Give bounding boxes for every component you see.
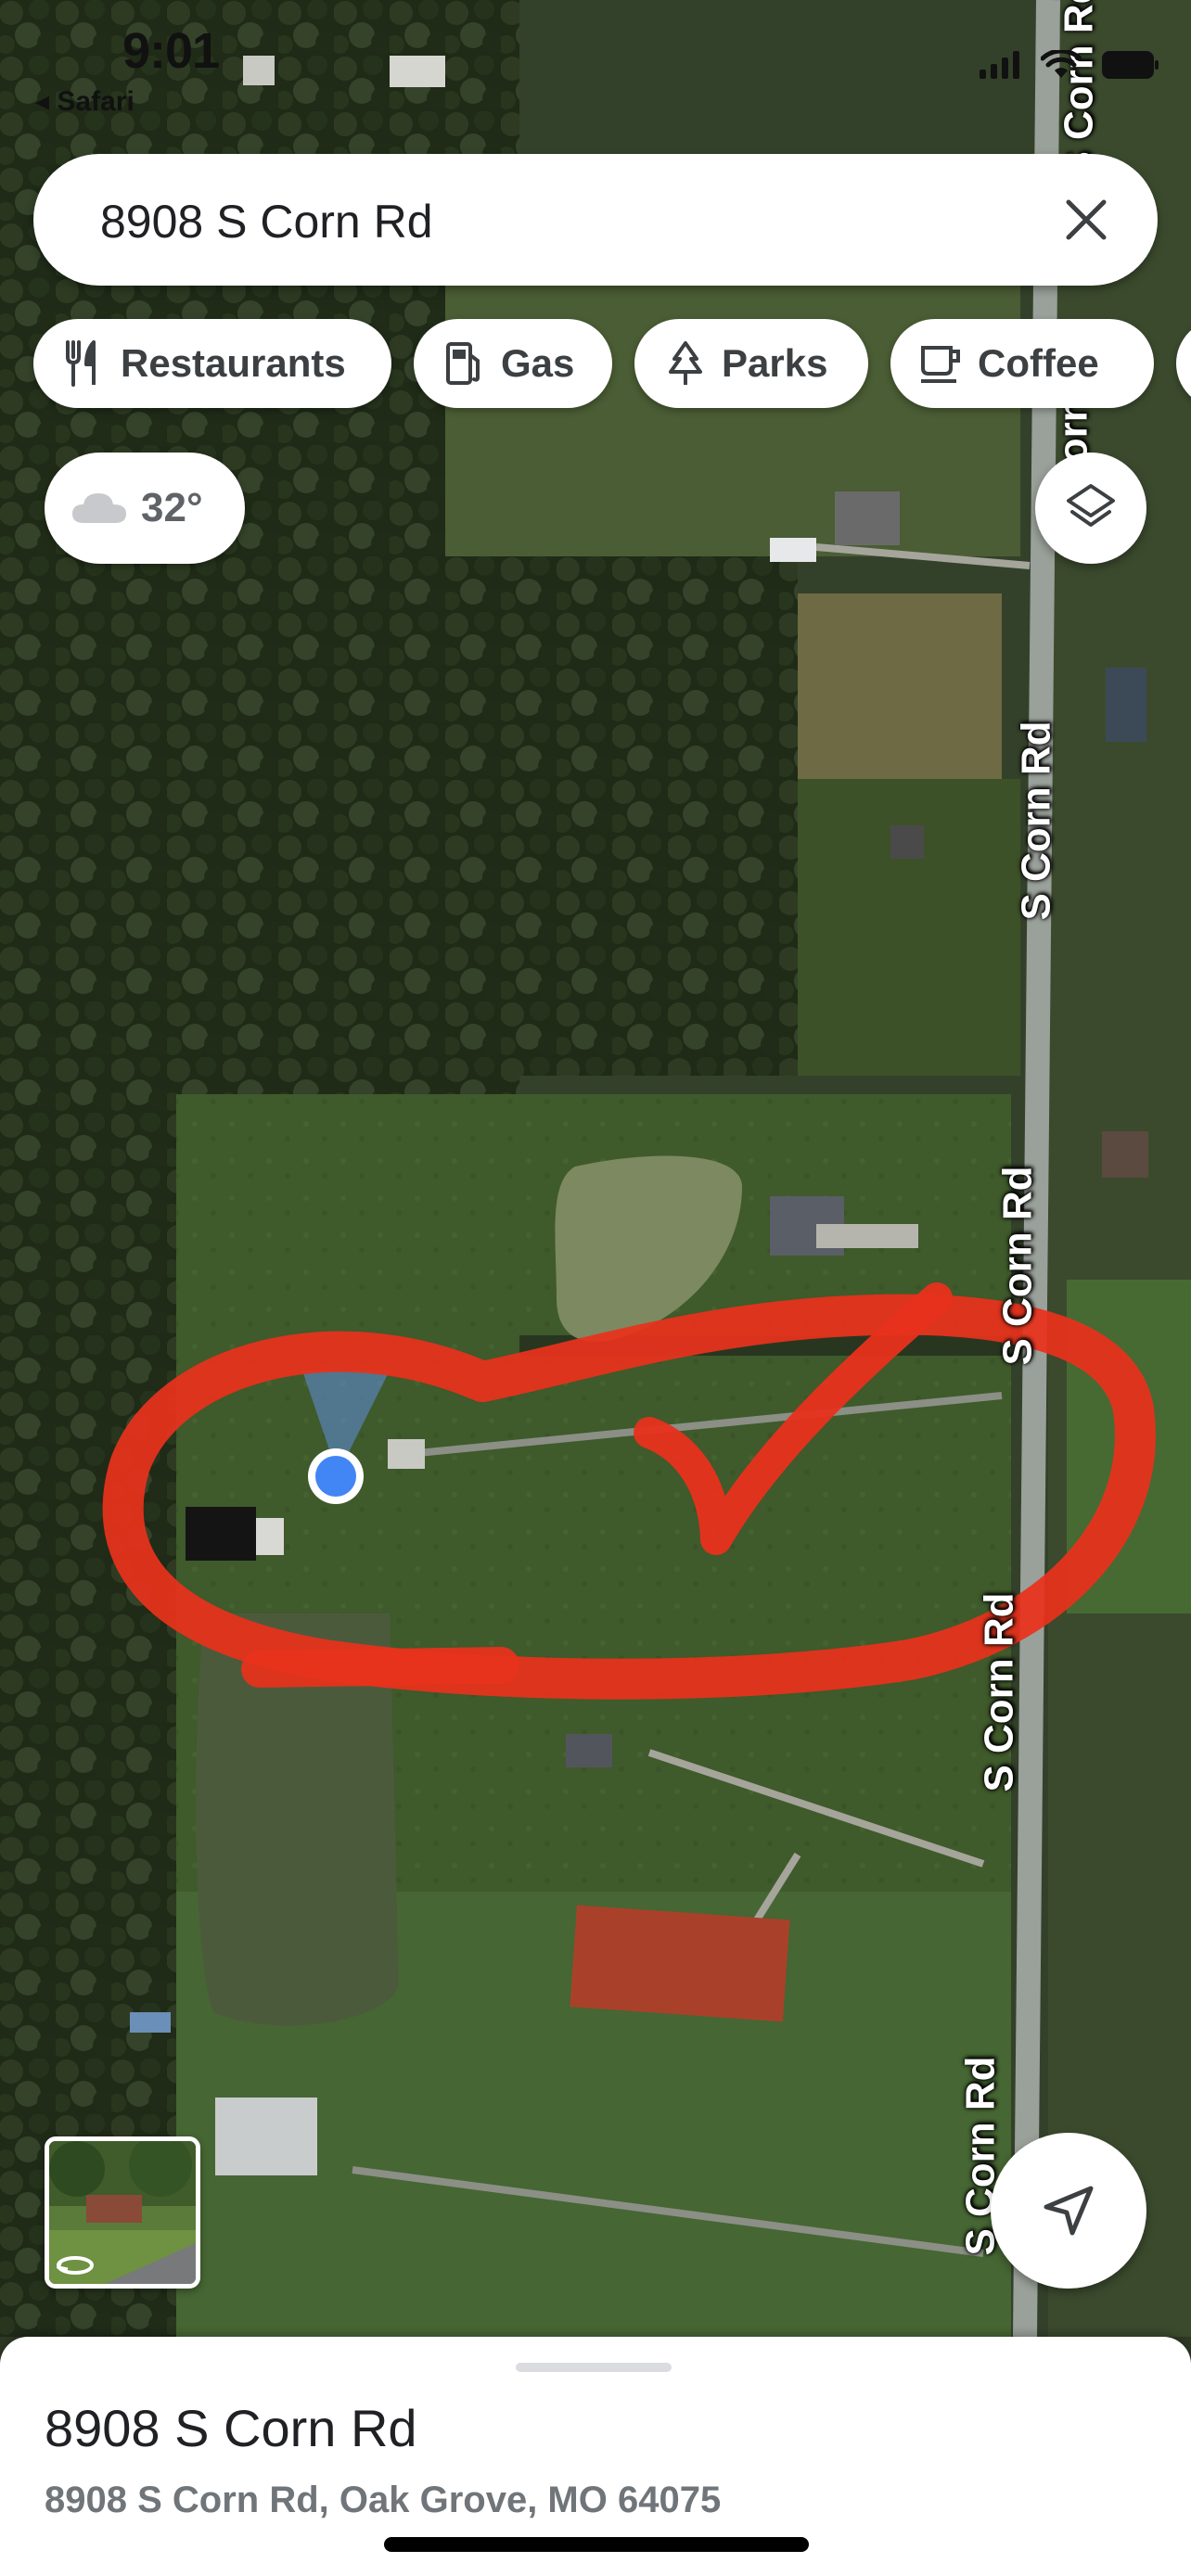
sheet-drag-handle[interactable]	[516, 2363, 672, 2372]
cloudy-icon	[72, 493, 126, 523]
current-location-dot	[308, 1448, 364, 1504]
screen: S Corn Rd S Corn Rd S Corn Rd S Corn Rd …	[0, 0, 1191, 2576]
tree-icon	[662, 340, 709, 387]
fork-knife-icon	[61, 340, 108, 387]
chip-label: Coffee	[978, 341, 1099, 385]
weather-badge[interactable]: 32°	[45, 453, 245, 564]
weather-temperature: 32°	[141, 485, 203, 530]
coffee-cup-icon	[918, 340, 965, 387]
close-icon	[1066, 199, 1107, 240]
chip-label: Gas	[501, 341, 575, 385]
gas-pump-icon	[442, 340, 488, 387]
chip-more[interactable]	[1176, 319, 1191, 408]
streetview-thumbnail[interactable]	[45, 2136, 200, 2289]
chip-restaurants[interactable]: Restaurants	[33, 319, 391, 408]
search-input[interactable]: 8908 S Corn Rd	[100, 195, 433, 249]
layers-icon	[1067, 484, 1115, 527]
road-label: S Corn Rd	[976, 1592, 1022, 1792]
status-time: 9:01	[122, 23, 220, 79]
search-bar[interactable]: 8908 S Corn Rd	[33, 154, 1158, 286]
chip-parks[interactable]: Parks	[634, 319, 868, 408]
chip-gas[interactable]: Gas	[414, 319, 612, 408]
category-chips: Restaurants Gas Parks Coffee	[33, 319, 1191, 408]
chip-coffee[interactable]: Coffee	[890, 319, 1154, 408]
chip-label: Parks	[722, 341, 828, 385]
back-to-safari[interactable]: ◂ Safari	[35, 85, 134, 118]
status-icons	[980, 50, 1159, 80]
signal-icon	[980, 51, 1019, 79]
wifi-icon	[1041, 50, 1082, 78]
chip-label: Restaurants	[121, 341, 346, 385]
road-label: S Corn Rd	[1056, 0, 1102, 179]
layers-button[interactable]	[1035, 453, 1146, 564]
road-label: S Corn Rd	[994, 1166, 1041, 1366]
road-label: S Corn Rd	[1013, 721, 1059, 921]
place-address: 8908 S Corn Rd, Oak Grove, MO 64075	[45, 2480, 722, 2520]
locate-me-button[interactable]	[991, 2133, 1146, 2289]
streetview-preview	[49, 2141, 196, 2284]
battery-icon	[1102, 51, 1159, 79]
navigation-arrow-icon	[1044, 2186, 1094, 2236]
home-indicator[interactable]	[384, 2537, 809, 2552]
place-title: 8908 S Corn Rd	[45, 2399, 417, 2457]
clear-search-button[interactable]	[1054, 187, 1119, 252]
